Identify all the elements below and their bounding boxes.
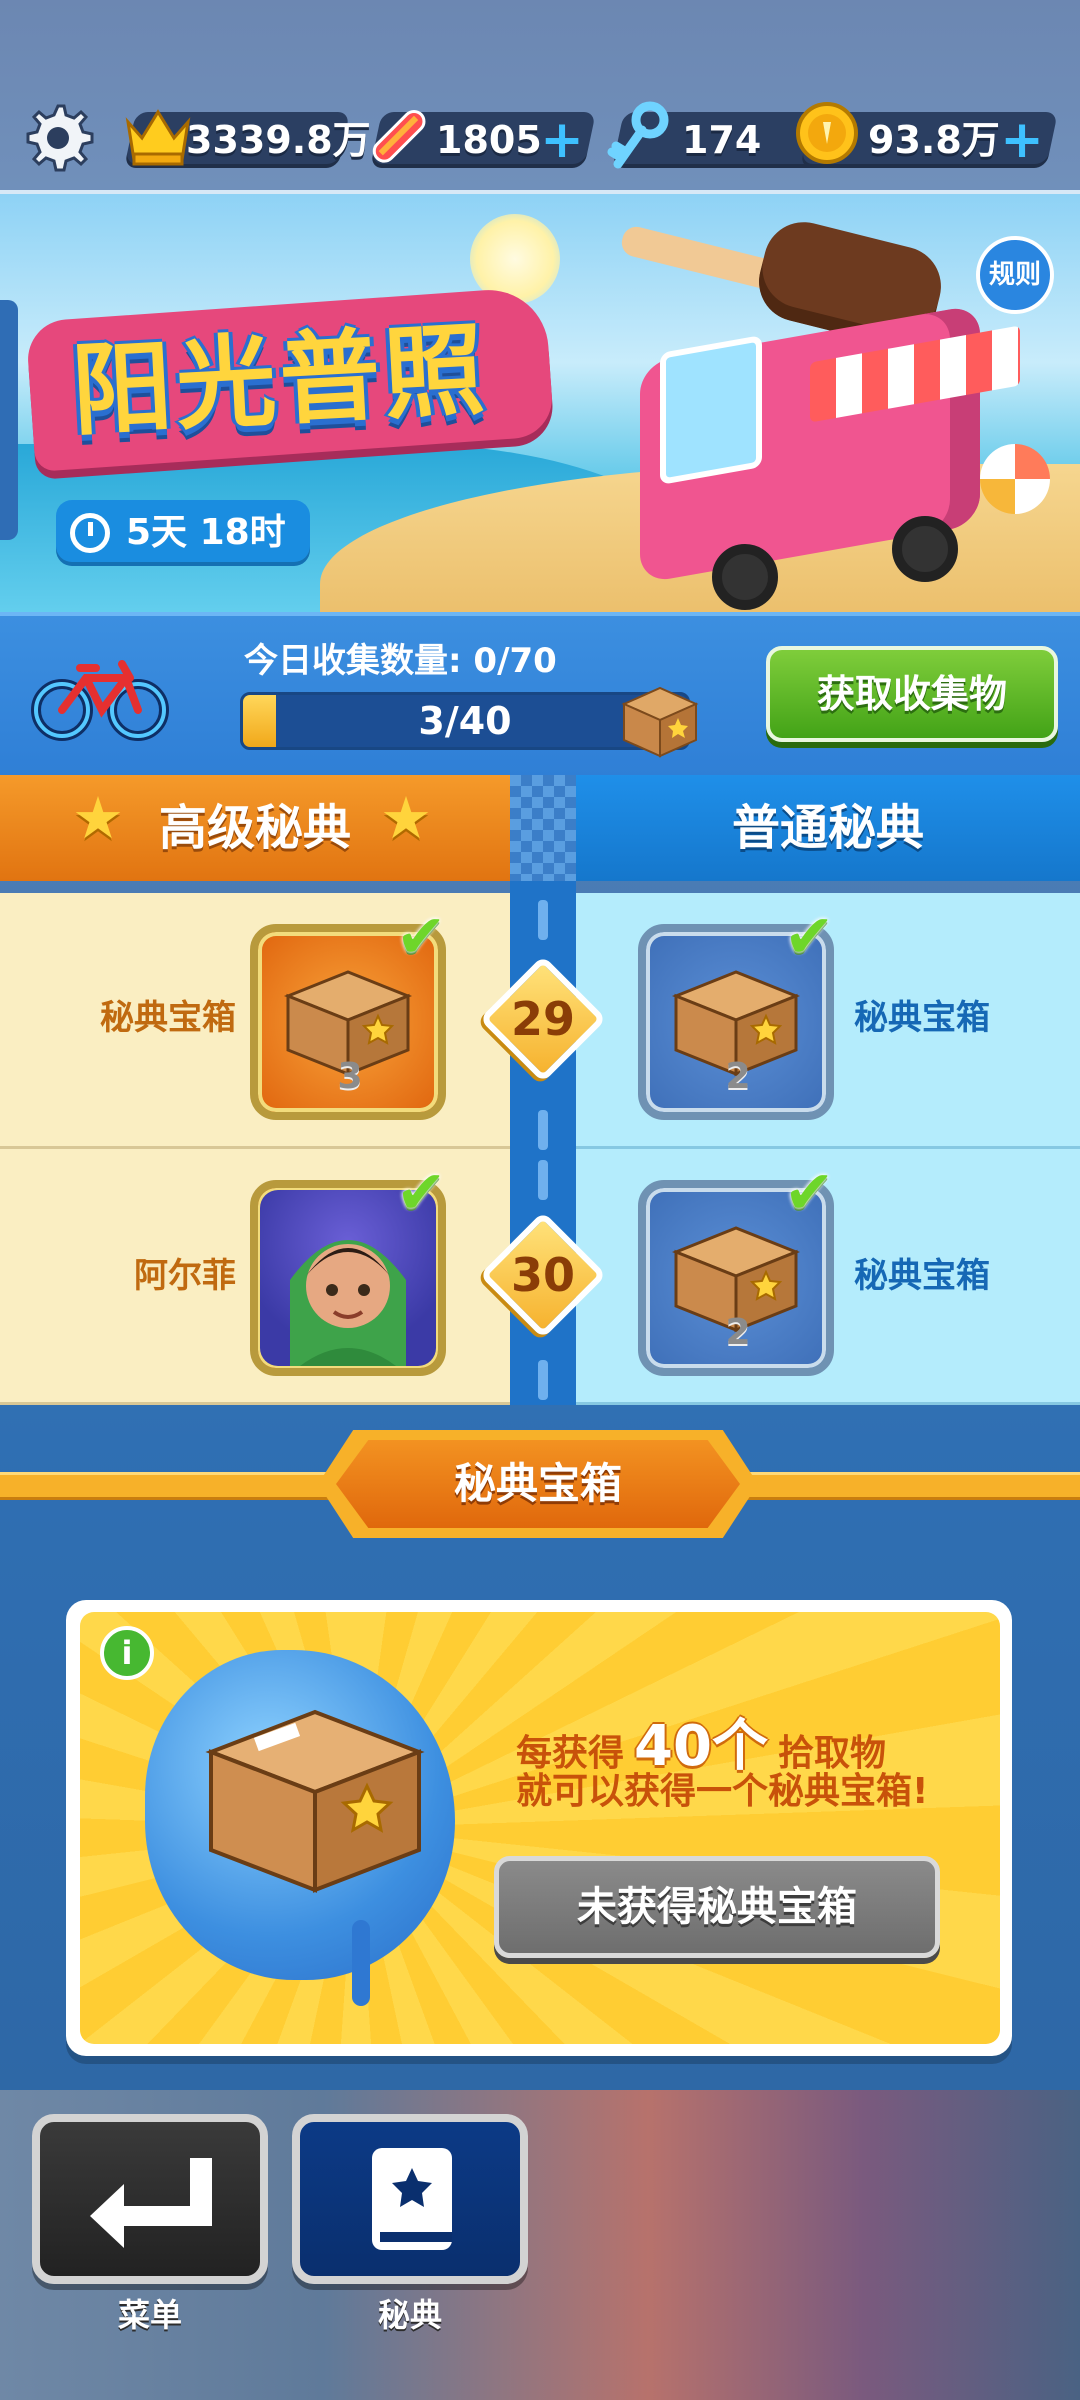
event-timer: 5天 18时 [56,500,310,566]
collect-progress-strip: 今日收集数量: 0/70 3/40 获取收集物 [0,612,1080,776]
star-icon: ★ [380,784,432,852]
skate-value: 1805 [436,118,542,162]
normal-tab-label: 普通秘典 [731,800,924,856]
reward-count: 3 [337,1056,363,1097]
crown-icon [125,109,191,166]
tab-normal-pass[interactable]: 普通秘典 [576,775,1080,881]
key-icon [607,101,669,169]
add-skate-button[interactable]: + [540,114,584,166]
checkmark-icon: ✔ [396,902,447,972]
coin-icon [796,102,858,164]
checkmark-icon: ✔ [396,1158,447,1228]
pass-book-button[interactable] [292,2114,528,2284]
key-value: 174 [682,118,762,162]
no-chest-button[interactable]: 未获得秘典宝箱 [494,1856,940,1958]
premium-tab-label: 高级秘典 [158,800,351,856]
get-collectibles-button[interactable]: 获取收集物 [766,646,1058,742]
pass-book-label: 秘典 [377,2296,442,2334]
spine-dash [538,900,548,940]
return-arrow-icon [90,2158,212,2248]
spine-dash [538,1110,548,1150]
menu-label: 菜单 [117,2296,182,2334]
paint-drip-decoration [352,1920,370,2006]
star-book-icon [372,2148,452,2250]
timer-text: 5天 18时 [126,512,286,553]
settings-gear-icon[interactable] [20,100,96,176]
level-number: 29 [510,992,575,1046]
stopwatch-icon [70,513,110,553]
beach-ball-decoration [980,444,1050,514]
truck-wheel [892,516,958,582]
coin-value: 93.8万 [868,118,1000,162]
info-icon[interactable]: i [100,1626,154,1680]
star-icon: ★ [72,784,124,852]
menu-button[interactable] [32,2114,268,2284]
checkmark-icon: ✔ [784,902,835,972]
chest-icon [205,1709,425,1893]
truck-window [660,335,762,485]
tab-divider [510,775,576,881]
reward-count: 2 [725,1312,751,1353]
side-drawer-handle[interactable] [0,300,18,540]
checkmark-icon: ✔ [784,1158,835,1228]
section-title: 秘典宝箱 [336,1440,740,1528]
bicycle-icon [31,660,169,741]
add-coin-button[interactable]: + [1000,114,1044,166]
rules-button[interactable]: 规则 [976,236,1054,314]
chest-icon [621,686,699,758]
event-banner: 阳光普照 5天 18时 规则 [0,190,1080,616]
normal-reward-label: 秘典宝箱 [854,1256,990,1296]
spine-dash [538,1360,548,1400]
info-text-line2: 就可以获得一个秘典宝箱! [516,1771,929,1812]
level-number: 30 [510,1248,575,1302]
spine-dash [538,1160,548,1200]
event-title: 阳光普照 [69,311,491,450]
skateboard-icon [372,109,426,163]
crown-value: 3339.8万 [186,118,371,162]
premium-reward-label: 阿尔菲 [134,1256,236,1296]
premium-reward-label: 秘典宝箱 [100,998,236,1038]
truck-wheel [712,544,778,610]
normal-reward-label: 秘典宝箱 [854,998,990,1038]
reward-count: 2 [725,1056,751,1097]
today-collect-label: 今日收集数量: 0/70 [244,641,557,681]
